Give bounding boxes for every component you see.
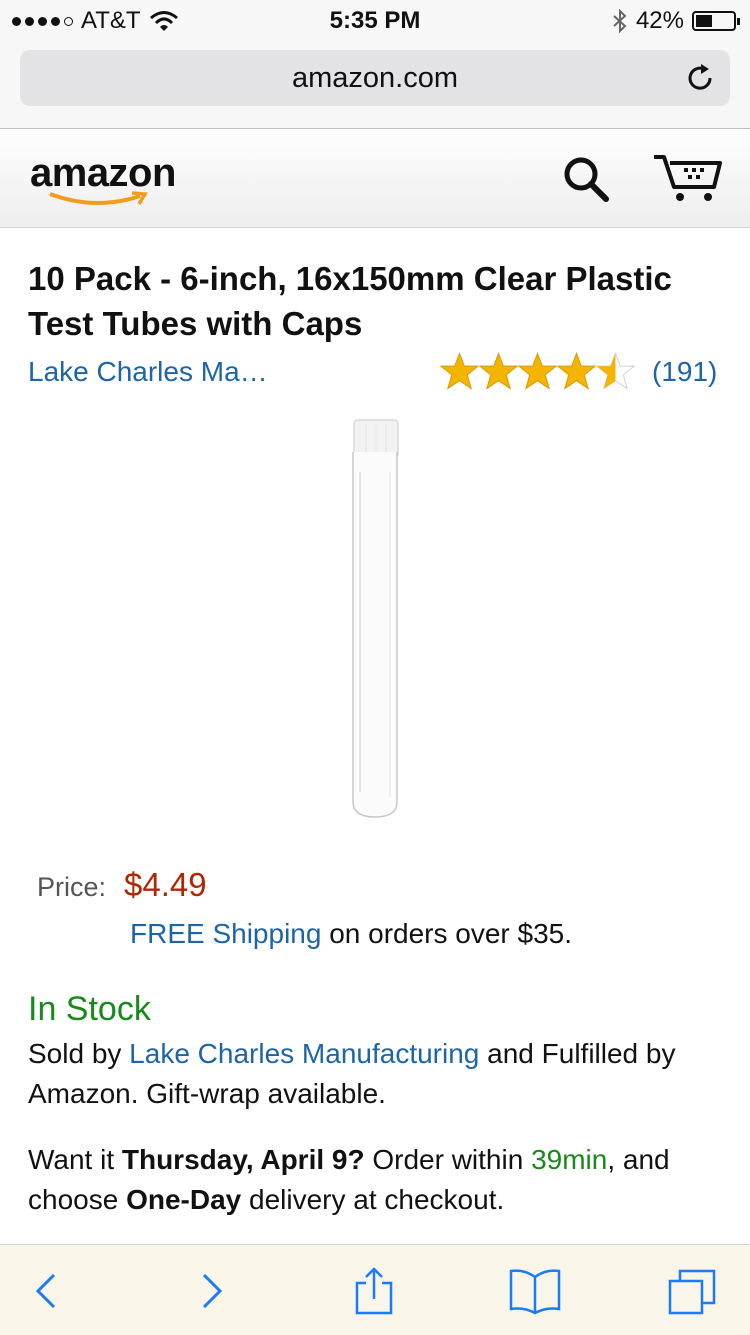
- status-right: 42%: [612, 7, 740, 35]
- review-count-link[interactable]: (191): [652, 356, 717, 388]
- bluetooth-icon: [613, 9, 627, 33]
- product-title: 10 Pack - 6-inch, 16x150mm Clear Plastic…: [28, 260, 672, 342]
- delivery-suffix: delivery at checkout.: [241, 1184, 505, 1215]
- tabs-icon[interactable]: [666, 1267, 720, 1315]
- star-half-icon: [596, 352, 635, 390]
- url-text: amazon.com: [291, 62, 458, 94]
- product-image[interactable]: [340, 412, 410, 822]
- browser-toolbar: [0, 1244, 750, 1335]
- star-full-icon: [518, 352, 557, 390]
- star-full-icon: [557, 352, 596, 390]
- delivery-prefix: Want it: [28, 1144, 122, 1175]
- battery-percent: 42%: [635, 7, 684, 34]
- shipping-info: FREE Shipping on orders over $35.: [130, 918, 572, 950]
- bookmarks-icon[interactable]: [508, 1267, 562, 1315]
- delivery-info: Want it Thursday, April 9? Order within …: [28, 1140, 728, 1220]
- delivery-date: Thursday, April 9?: [121, 1144, 365, 1175]
- price-value: $4.49: [124, 866, 207, 903]
- sold-by-info: Sold by Lake Charles Manufacturing and F…: [28, 1034, 728, 1114]
- sold-by-prefix: Sold by: [28, 1038, 130, 1069]
- logo-text: amazon: [30, 151, 176, 195]
- cart-icon[interactable]: [652, 151, 722, 205]
- rating-stars[interactable]: [440, 352, 635, 390]
- brand-link[interactable]: Lake Charles Ma…: [28, 356, 268, 388]
- back-icon[interactable]: [24, 1267, 78, 1315]
- delivery-option: One-Day: [126, 1184, 242, 1215]
- browser-bar: amazon.com: [0, 40, 750, 129]
- star-full-icon: [479, 352, 518, 390]
- delivery-mid: Order within: [364, 1144, 532, 1175]
- shipping-text: on orders over $35.: [321, 918, 573, 949]
- smile-icon: [49, 191, 148, 205]
- battery-icon: [692, 11, 740, 31]
- price-label: Price:: [37, 872, 107, 902]
- seller-link[interactable]: Lake Charles Manufacturing: [129, 1038, 479, 1069]
- amazon-logo[interactable]: amazon: [30, 151, 176, 205]
- stock-status: In Stock: [28, 990, 151, 1028]
- site-header: amazon: [0, 129, 750, 228]
- search-icon[interactable]: [562, 155, 610, 203]
- forward-icon[interactable]: [184, 1267, 238, 1315]
- price-row: Price: $4.49: [37, 866, 207, 904]
- delivery-countdown: 39min: [531, 1144, 608, 1175]
- free-shipping-link[interactable]: FREE Shipping: [130, 918, 321, 949]
- url-field[interactable]: amazon.com: [20, 50, 730, 106]
- star-full-icon: [440, 352, 479, 390]
- status-bar: AT&T 5:35 PM 42%: [0, 0, 750, 40]
- reload-icon[interactable]: [684, 62, 716, 94]
- share-icon[interactable]: [347, 1267, 401, 1315]
